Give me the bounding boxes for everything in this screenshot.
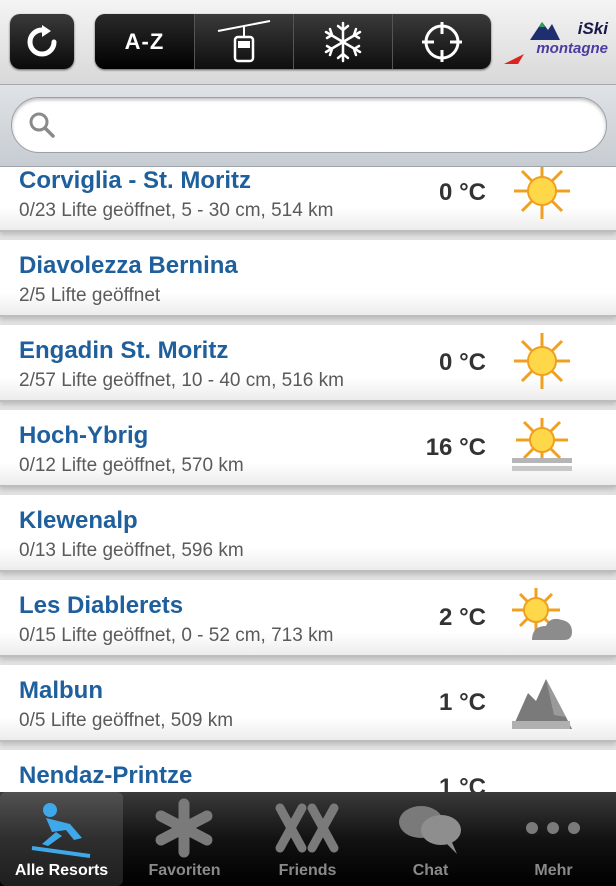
logo-line1: iSki: [577, 19, 608, 38]
resort-details: 0/13 Lifte geöffnet, 596 km: [19, 540, 244, 561]
resort-temperature: 0 °C: [439, 179, 486, 206]
star-icon: [155, 798, 213, 858]
sort-az-label: A-Z: [124, 28, 165, 54]
tab-label: Favoriten: [148, 862, 221, 879]
refresh-icon: [27, 25, 57, 57]
skier-icon: [31, 803, 91, 858]
resort-temperature: 0 °C: [439, 349, 486, 376]
crosshair-location-icon: [421, 21, 462, 62]
tab-label: Mehr: [534, 862, 573, 879]
resort-name: Nendaz-Printze: [19, 762, 193, 789]
tab-chat[interactable]: Chat: [369, 792, 492, 886]
mountain-logo-icon: [530, 22, 560, 40]
tab-label: Chat: [412, 862, 449, 879]
resort-temperature: 1 °C: [439, 689, 486, 716]
resort-details: 0/15 Lifte geöffnet, 0 - 52 cm, 713 km: [19, 625, 334, 646]
logo-line2: montagne: [536, 40, 608, 57]
sun-haze-icon: [512, 418, 572, 471]
resort-details: 0/23 Lifte geöffnet, 5 - 30 cm, 514 km: [19, 200, 334, 221]
resort-row[interactable]: Engadin St. Moritz 2/57 Lifte geöffnet, …: [0, 325, 616, 402]
resort-row[interactable]: Diavolezza Bernina 2/5 Lifte geöffnet: [0, 240, 616, 317]
resort-name: Diavolezza Bernina: [19, 252, 238, 279]
nearby-segment[interactable]: [392, 14, 491, 69]
tab-label: Friends: [278, 862, 337, 879]
sun-cloud-icon: [512, 588, 572, 640]
resort-details: 0/5 Lifte geöffnet, 509 km: [19, 710, 234, 731]
mountain-fog-icon: [512, 679, 572, 729]
resort-name: Corviglia - St. Moritz: [19, 167, 252, 194]
search-field[interactable]: [11, 97, 607, 153]
resort-name: Engadin St. Moritz: [19, 337, 229, 364]
resort-row[interactable]: Corviglia - St. Moritz 0/23 Lifte geöffn…: [0, 167, 616, 232]
tab-friends[interactable]: Friends: [246, 792, 369, 886]
resort-details: 2/5 Lifte geöffnet: [19, 285, 161, 306]
friends-icon: [275, 803, 339, 853]
iski-montagne-logo: iSki montagne: [500, 14, 610, 70]
resort-row[interactable]: Malbun 0/5 Lifte geöffnet, 509 km 1 °C: [0, 665, 616, 742]
resort-row[interactable]: Hoch-Ybrig 0/12 Lifte geöffnet, 570 km 1…: [0, 410, 616, 487]
tab-favoriten[interactable]: Favoriten: [123, 792, 246, 886]
resort-details: 2/57 Lifte geöffnet, 10 - 40 cm, 516 km: [19, 370, 344, 391]
lifts-segment[interactable]: [194, 14, 294, 69]
resort-name: Les Diablerets: [19, 592, 184, 619]
search-input[interactable]: [68, 106, 592, 144]
chat-bubbles-icon: [399, 806, 461, 854]
resort-temperature: 16 °C: [425, 434, 486, 461]
sun-icon: [514, 167, 570, 219]
sort-az-segment[interactable]: A-Z: [95, 14, 195, 69]
view-segmented-control: A-Z: [95, 14, 491, 69]
resort-row[interactable]: Klewenalp 0/13 Lifte geöffnet, 596 km: [0, 495, 616, 572]
resort-temperature: 1 °C: [439, 774, 486, 792]
resort-row[interactable]: Nendaz-Printze 1 °C: [0, 750, 616, 792]
more-dots-icon: [526, 822, 580, 834]
snow-segment[interactable]: [293, 14, 393, 69]
tab-label: Alle Resorts: [14, 862, 109, 879]
top-toolbar: A-Z iSki montagne: [0, 0, 616, 85]
snowflake-icon: [324, 21, 361, 62]
logo-swoosh-icon: [504, 54, 524, 64]
refresh-button[interactable]: [10, 14, 74, 69]
resort-details: 0/12 Lifte geöffnet, 570 km: [19, 455, 244, 476]
resort-row[interactable]: Les Diablerets 0/15 Lifte geöffnet, 0 - …: [0, 580, 616, 657]
resort-list[interactable]: Corviglia - St. Moritz 0/23 Lifte geöffn…: [0, 167, 616, 792]
sun-icon: [514, 333, 570, 389]
resort-name: Klewenalp: [19, 507, 138, 534]
resort-name: Hoch-Ybrig: [19, 422, 149, 449]
tab-bar: Alle Resorts Favoriten Friends Chat Mehr: [0, 792, 616, 886]
resort-name: Malbun: [19, 677, 103, 704]
resort-temperature: 2 °C: [439, 604, 486, 631]
gondola-icon: [217, 19, 270, 62]
tab-alle-resorts[interactable]: Alle Resorts: [0, 792, 123, 886]
search-icon: [29, 112, 55, 138]
search-bar: [0, 85, 616, 167]
tab-mehr[interactable]: Mehr: [492, 792, 615, 886]
